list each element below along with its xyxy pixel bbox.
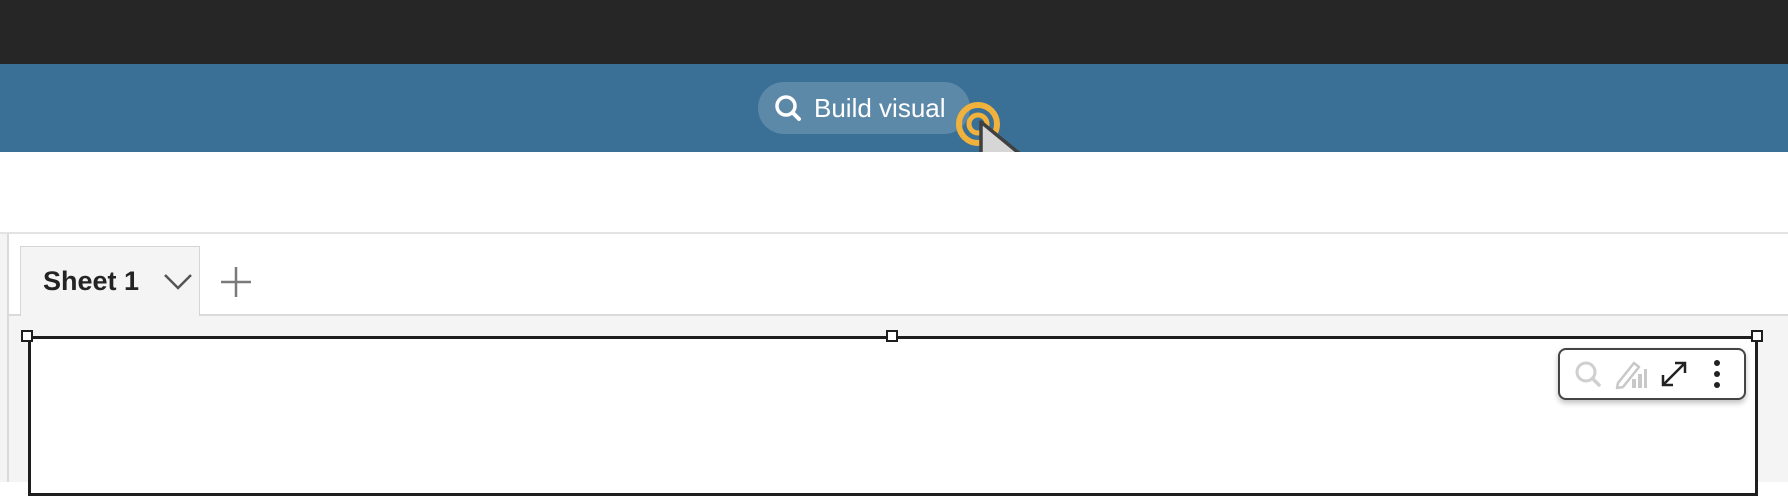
top-app-bar (0, 0, 1788, 64)
sheet-tabs-divider (9, 314, 1788, 316)
search-icon (772, 92, 804, 124)
build-visual-label: Build visual (814, 92, 946, 123)
expand-icon[interactable] (1656, 356, 1692, 392)
add-sheet-plus-icon[interactable] (216, 262, 256, 302)
visual-menu-toolbar (1558, 348, 1746, 400)
toolbar-area (0, 152, 1788, 232)
resize-handle-top-right[interactable] (1751, 330, 1763, 342)
search-icon[interactable] (1570, 356, 1606, 392)
resize-handle-top-center[interactable] (886, 330, 898, 342)
chevron-down-icon[interactable] (161, 267, 195, 295)
empty-visual[interactable] (28, 336, 1758, 496)
build-visual-button[interactable]: Build visual (758, 82, 970, 134)
resize-handle-top-left[interactable] (21, 330, 33, 342)
tab-sheet-1[interactable]: Sheet 1 (20, 246, 200, 316)
sheet-tabs-bar (9, 234, 1788, 316)
tab-label: Sheet 1 (43, 266, 140, 296)
more-vertical-icon[interactable] (1699, 356, 1735, 392)
edit-chart-icon[interactable] (1613, 356, 1649, 392)
